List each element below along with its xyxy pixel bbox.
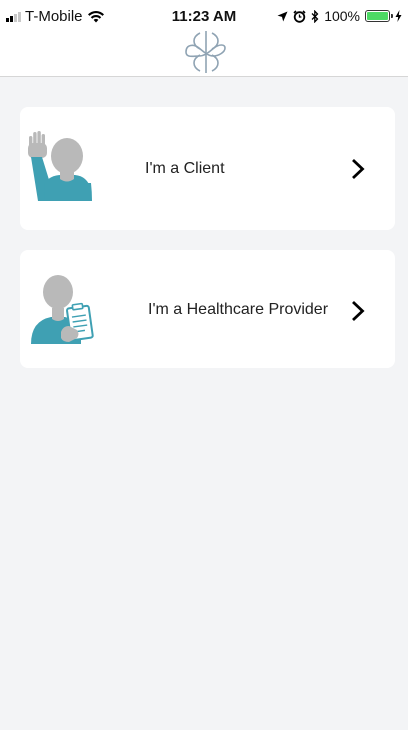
status-bar: T-Mobile 11:23 AM 100% xyxy=(0,0,408,30)
top-bar: T-Mobile 11:23 AM 100% xyxy=(0,0,408,77)
chevron-right-icon[interactable] xyxy=(351,300,365,322)
battery-icon xyxy=(365,10,393,22)
healthcare-provider-option-card[interactable]: I'm a Healthcare Provider xyxy=(20,250,395,368)
alarm-clock-icon xyxy=(293,9,306,23)
charging-bolt-icon xyxy=(395,10,402,22)
infinity-knot-logo-icon xyxy=(185,31,226,73)
chevron-right-icon[interactable] xyxy=(351,158,365,180)
location-arrow-icon xyxy=(277,11,288,21)
client-option-card[interactable]: I'm a Client xyxy=(20,107,395,230)
bluetooth-icon xyxy=(311,9,319,23)
battery-level-fill xyxy=(367,12,388,20)
raised-hand-person-icon xyxy=(28,131,92,201)
status-right: 100% xyxy=(277,8,402,24)
battery-percent: 100% xyxy=(324,8,360,24)
client-option-label: I'm a Client xyxy=(145,160,225,177)
person-clipboard-icon xyxy=(31,275,94,344)
healthcare-provider-option-label: I'm a Healthcare Provider xyxy=(148,301,329,318)
